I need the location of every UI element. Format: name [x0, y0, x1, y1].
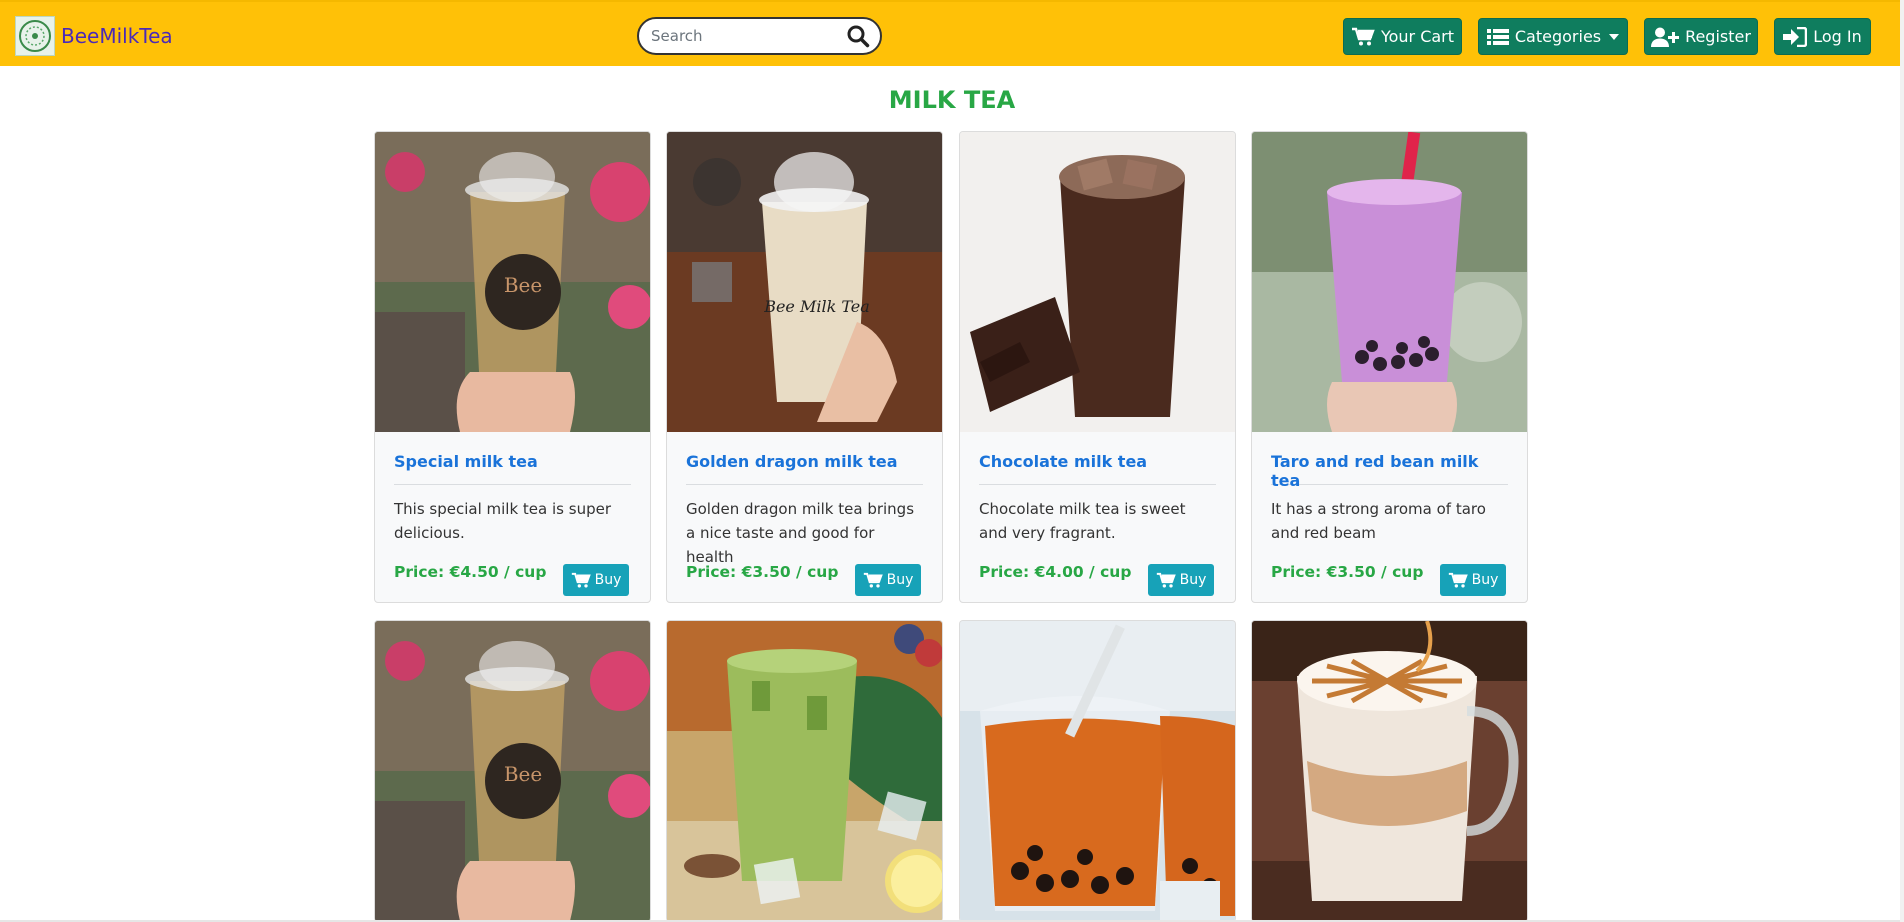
buy-button[interactable]: Buy: [855, 564, 921, 596]
product-name[interactable]: Golden dragon milk tea: [686, 452, 923, 485]
cart-label: Your Cart: [1380, 27, 1455, 46]
product-image[interactable]: [1252, 132, 1527, 432]
svg-text:Bee: Bee: [504, 273, 542, 297]
product-name[interactable]: Taro and red bean milk tea: [1271, 452, 1508, 490]
search-box: [637, 17, 882, 55]
buy-label: Buy: [886, 572, 914, 588]
cart-icon: [1351, 27, 1375, 45]
product-description: Chocolate milk tea is sweet and very fra…: [979, 500, 1186, 542]
product-price: Price: €4.50 / cup: [394, 563, 547, 581]
buy-label: Buy: [1179, 572, 1207, 588]
product-card: [666, 620, 943, 922]
top-navbar: BeeMilkTea Your Cart Categories: [0, 0, 1904, 66]
chevron-down-icon: [1609, 33, 1620, 40]
product-card: Taro and red bean milk tea It has a stro…: [1251, 131, 1528, 603]
scrollbar[interactable]: [1900, 0, 1904, 922]
user-plus-icon: [1651, 27, 1680, 47]
register-button[interactable]: Register: [1644, 18, 1758, 55]
product-price: Price: €3.50 / cup: [686, 563, 839, 581]
product-image[interactable]: [1252, 621, 1527, 921]
buy-label: Buy: [1471, 572, 1499, 588]
sign-in-icon: [1783, 26, 1808, 47]
categories-dropdown[interactable]: Categories: [1478, 18, 1628, 55]
product-name[interactable]: Chocolate milk tea: [979, 452, 1216, 485]
login-button[interactable]: Log In: [1774, 18, 1871, 55]
cart-icon: [863, 572, 883, 588]
product-image[interactable]: [960, 621, 1235, 921]
cart-icon: [571, 572, 591, 588]
product-image[interactable]: [960, 132, 1235, 432]
product-price: Price: €3.50 / cup: [1271, 563, 1424, 581]
product-name[interactable]: Special milk tea: [394, 452, 631, 485]
product-price: Price: €4.00 / cup: [979, 563, 1132, 581]
product-card: Chocolate milk tea Chocolate milk tea is…: [959, 131, 1236, 603]
product-description: It has a strong aroma of taro and red be…: [1271, 500, 1486, 542]
categories-label: Categories: [1514, 27, 1602, 46]
search-input[interactable]: [651, 27, 836, 45]
buy-button[interactable]: Buy: [1148, 564, 1214, 596]
buy-button[interactable]: Buy: [1440, 564, 1506, 596]
product-description: Golden dragon milk tea brings a nice tas…: [686, 500, 915, 566]
svg-text:Bee Milk Tea: Bee Milk Tea: [763, 297, 870, 316]
product-card: Bee Milk Tea Golden dragon milk tea Gold…: [666, 131, 943, 603]
cart-icon: [1448, 572, 1468, 588]
brand-name: BeeMilkTea: [61, 24, 173, 48]
product-image[interactable]: Bee: [375, 132, 650, 432]
login-label: Log In: [1813, 27, 1862, 46]
search-icon[interactable]: [846, 24, 872, 50]
buy-label: Buy: [594, 572, 622, 588]
product-card: Bee: [374, 620, 651, 922]
product-card: [1251, 620, 1528, 922]
buy-button[interactable]: Buy: [563, 564, 629, 596]
product-description: This special milk tea is super delicious…: [394, 500, 611, 542]
cart-icon: [1156, 572, 1176, 588]
page-title: MILK TEA: [888, 86, 1016, 114]
list-icon: [1486, 28, 1509, 45]
product-card: [959, 620, 1236, 922]
brand-link[interactable]: BeeMilkTea: [15, 16, 173, 56]
svg-text:Bee: Bee: [504, 762, 542, 786]
product-image[interactable]: Bee: [375, 621, 650, 921]
product-image[interactable]: [667, 621, 942, 921]
product-image[interactable]: Bee Milk Tea: [667, 132, 942, 432]
product-card: Bee Special milk tea This special milk t…: [374, 131, 651, 603]
cart-button[interactable]: Your Cart: [1343, 18, 1462, 55]
register-label: Register: [1685, 27, 1751, 46]
brand-logo: [15, 16, 55, 56]
